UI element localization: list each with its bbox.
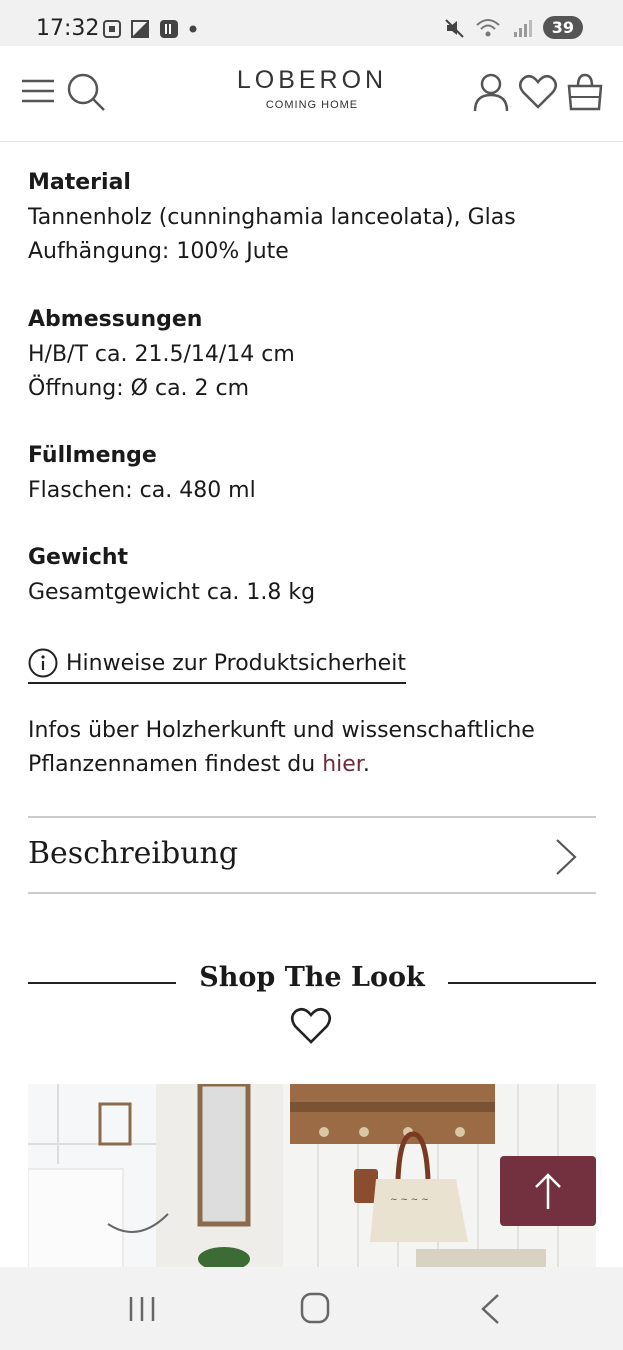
description-accordion[interactable]: Beschreibung: [28, 816, 596, 894]
system-navigation-bar: [0, 1267, 623, 1350]
spec-line: Tannenholz (cunninghamia lanceolata), Gl…: [28, 205, 516, 230]
recent-apps-icon[interactable]: [127, 1295, 157, 1323]
heart-icon[interactable]: [290, 1007, 332, 1045]
status-notification-icons: [102, 18, 198, 40]
divider-right: [448, 982, 596, 984]
menu-icon[interactable]: [20, 76, 56, 106]
status-system-icons: 39: [443, 16, 583, 39]
scroll-to-top-button[interactable]: [500, 1156, 596, 1226]
screenshot-icon: [103, 20, 121, 38]
mute-icon: [445, 18, 464, 38]
spec-line: Aufhängung: 100% Jute: [28, 239, 289, 264]
spec-line: H/B/T ca. 21.5/14/14 cm: [28, 342, 295, 367]
search-icon[interactable]: [66, 72, 106, 112]
spec-line: Öffnung: Ø ca. 2 cm: [28, 376, 250, 401]
bag-icon[interactable]: [565, 72, 605, 112]
spec-line: Flaschen: ca. 480 ml: [28, 478, 256, 503]
info-text-end: .: [362, 752, 370, 777]
gallery-icon: [131, 20, 149, 38]
accordion-title: Beschreibung: [28, 836, 239, 871]
chevron-right-icon: [556, 839, 577, 875]
info-text: Infos über Holzherkunft und wissenschaft…: [28, 718, 535, 777]
spec-heading: Material: [28, 170, 131, 195]
site-header: LOBERON COMING HOME: [0, 46, 623, 142]
logo-tagline: COMING HOME: [265, 99, 359, 111]
product-safety-link[interactable]: Hinweise zur Produktsicherheit: [28, 648, 406, 684]
app-notification-icon: [160, 20, 178, 38]
spec-dimensions: Abmessungen H/B/T ca. 21.5/14/14 cm Öffn…: [28, 307, 295, 406]
arrow-up-icon: [535, 1173, 561, 1209]
spec-heading: Gewicht: [28, 545, 129, 570]
info-icon: [28, 648, 58, 678]
logo-wordmark: LOBERON: [236, 66, 388, 94]
loberon-logo[interactable]: LOBERON COMING HOME: [222, 66, 402, 111]
spec-material: Material Tannenholz (cunninghamia lanceo…: [28, 170, 516, 269]
spec-line: Gesamtgewicht ca. 1.8 kg: [28, 580, 316, 605]
spec-volume: Füllmenge Flaschen: ca. 480 ml: [28, 443, 256, 508]
wood-origin-info: Infos über Holzherkunft und wissenschaft…: [28, 714, 596, 782]
product-safety-label: Hinweise zur Produktsicherheit: [66, 650, 406, 676]
spec-weight: Gewicht Gesamtgewicht ca. 1.8 kg: [28, 545, 315, 610]
signal-icon: [513, 19, 532, 37]
shop-the-look-section: Shop The Look: [28, 962, 596, 1045]
spec-heading: Abmessungen: [28, 307, 203, 332]
more-dot-icon: [189, 25, 197, 33]
spec-heading: Füllmenge: [28, 443, 157, 468]
shop-the-look-title: Shop The Look: [199, 962, 425, 993]
user-icon[interactable]: [472, 72, 510, 112]
home-icon[interactable]: [300, 1292, 330, 1324]
battery-indicator: 39: [542, 16, 583, 39]
back-icon[interactable]: [478, 1292, 502, 1326]
wifi-icon: [476, 18, 500, 36]
info-here-link[interactable]: hier: [322, 752, 363, 777]
status-time: 17:32: [36, 16, 100, 41]
svg-text:~ ~ ~ ~: ~ ~ ~ ~: [390, 1195, 429, 1205]
heart-icon[interactable]: [518, 74, 558, 110]
